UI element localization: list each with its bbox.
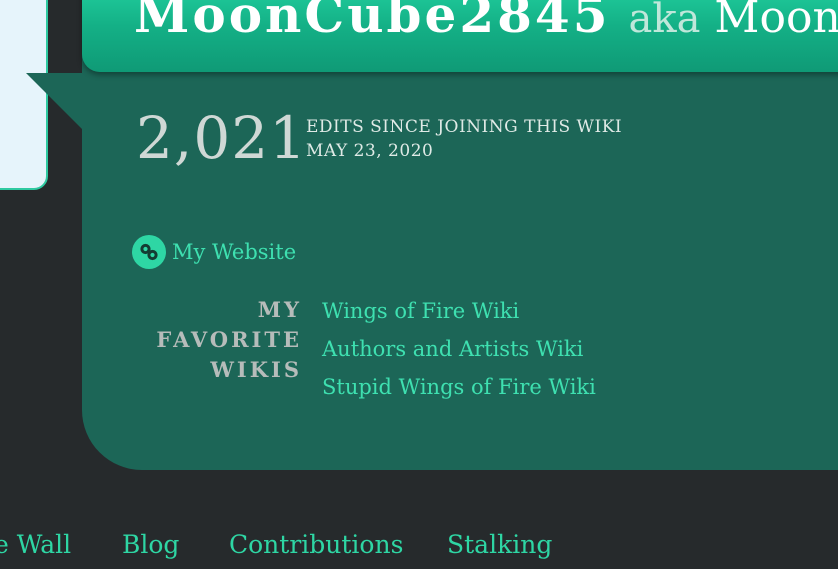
website-label: My Website [172,240,297,264]
profile-title-bar: MoonCube2845 aka Moon [82,0,838,72]
edit-info: EDITS SINCE JOINING THIS WIKI MAY 23, 20… [306,115,622,163]
favorite-wikis-label-line: FAVORITE [156,327,302,352]
panel-pointer [26,73,82,129]
favorite-wiki-link[interactable]: Stupid Wings of Fire Wiki [322,368,596,406]
favorite-wikis-label-line: MY [257,297,302,322]
nav-item-stalking[interactable]: Stalking [447,530,552,559]
favorite-wikis-label: MY FAVORITE WIKIS [130,295,302,385]
profile-title: MoonCube2845 aka Moon [134,0,838,62]
favorite-wikis-label-line: WIKIS [210,357,302,382]
edits-label: EDITS SINCE JOINING THIS WIKI [306,117,623,137]
favorite-wikis-list: Wings of Fire Wiki Authors and Artists W… [322,292,596,406]
edit-count: 2,021 [136,104,308,172]
aka-label: aka [628,0,701,42]
website-link[interactable]: My Website [132,235,296,269]
username: MoonCube2845 [134,0,611,44]
link-icon [132,235,166,269]
join-date: MAY 23, 2020 [306,141,434,161]
favorite-wiki-link[interactable]: Wings of Fire Wiki [322,292,596,330]
nav-item-wall[interactable]: e Wall [0,530,71,559]
nickname: Moon [714,0,838,43]
favorite-wiki-link[interactable]: Authors and Artists Wiki [322,330,596,368]
nav-item-contributions[interactable]: Contributions [229,530,403,559]
nav-item-blog[interactable]: Blog [122,530,179,559]
